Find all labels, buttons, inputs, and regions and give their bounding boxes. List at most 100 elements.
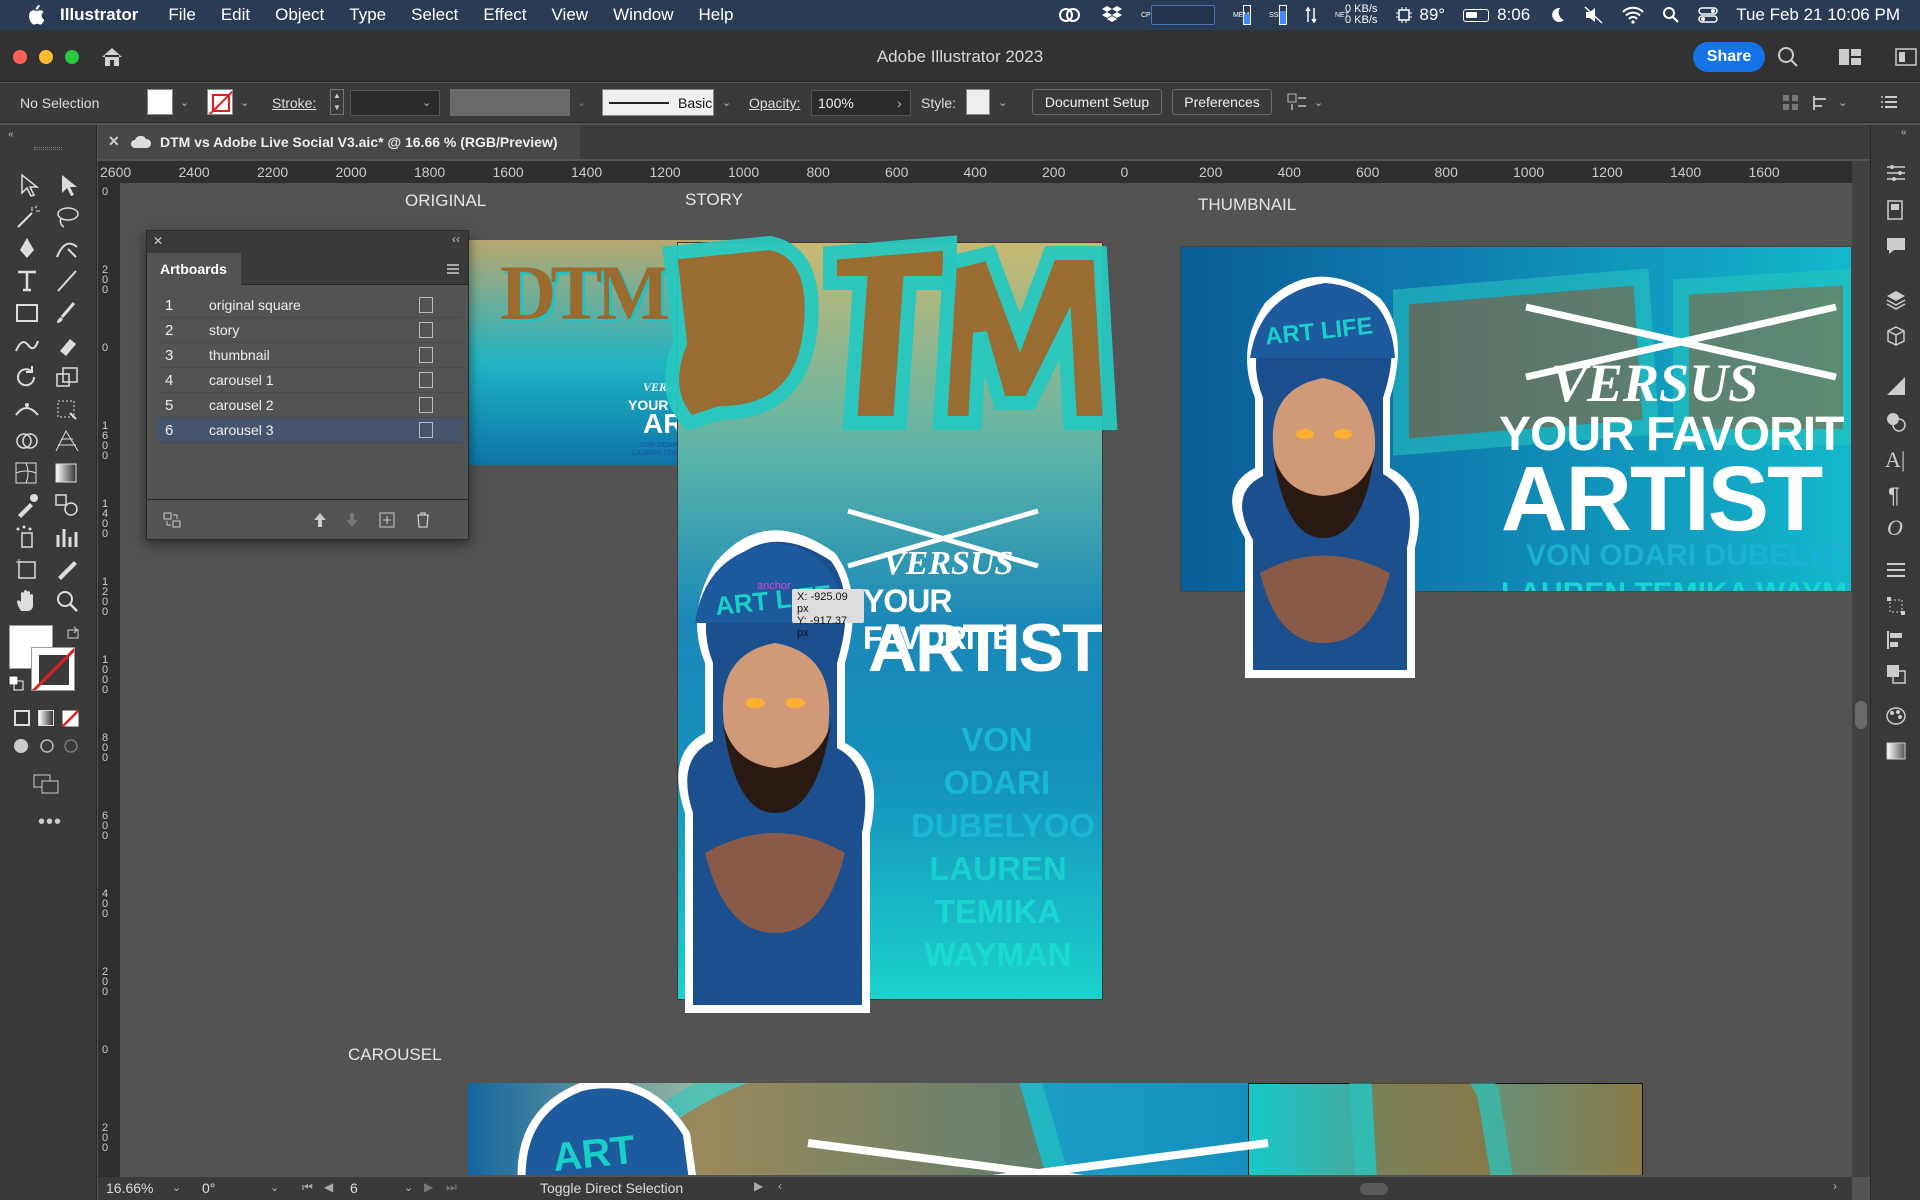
menu-effect[interactable]: Effect [483, 5, 526, 25]
artboard-options-icon[interactable] [419, 397, 433, 413]
apple-icon[interactable] [26, 5, 44, 25]
battery[interactable]: 8:06 [1463, 5, 1530, 25]
arrange-dropdown-icon[interactable]: ⌄ [1314, 96, 1323, 109]
artboard-row[interactable]: 5 carousel 2 [157, 393, 463, 418]
transform-panel-icon[interactable] [1885, 595, 1907, 617]
share-button[interactable]: Share [1693, 42, 1765, 72]
3d-materials-icon[interactable] [1885, 325, 1907, 347]
delete-artboard-icon[interactable] [415, 511, 431, 528]
stroke-weight-stepper[interactable]: ▲ ▼ [330, 89, 344, 115]
sync-icon[interactable] [1305, 6, 1317, 24]
more-tools-icon[interactable]: ••• [38, 811, 62, 834]
artboard-dropdown-icon[interactable]: ⌄ [404, 1181, 413, 1194]
document-tab[interactable]: ✕ DTM vs Adobe Live Social V3.aic* @ 16.… [98, 125, 580, 159]
type-tool-icon[interactable] [12, 267, 42, 295]
stroke-label[interactable]: Stroke: [272, 95, 316, 111]
previous-artboard-icon[interactable]: ◀ [324, 1180, 333, 1194]
creative-cloud-icon[interactable] [1057, 5, 1083, 25]
artboard-options-icon[interactable] [419, 322, 433, 338]
last-artboard-icon[interactable]: ⏭ [446, 1180, 457, 1195]
wifi-icon[interactable] [1622, 6, 1644, 24]
moon-icon[interactable] [1548, 6, 1566, 24]
dropbox-icon[interactable] [1101, 5, 1123, 25]
symbol-sprayer-tool-icon[interactable] [12, 523, 42, 551]
rectangle-tool-icon[interactable] [12, 299, 42, 327]
panel-header[interactable]: ✕ ‹‹ [147, 231, 468, 253]
graphic-style-swatch[interactable] [966, 89, 990, 115]
scroll-thumb[interactable] [1855, 701, 1867, 729]
move-up-icon[interactable] [313, 512, 327, 528]
collapse-panel-icon[interactable]: ‹‹ [452, 232, 460, 246]
menu-view[interactable]: View [552, 5, 589, 25]
artboard-carousel[interactable]: ART LIFE [348, 1083, 1648, 1175]
slice-tool-icon[interactable] [52, 555, 82, 583]
rearrange-artboards-icon[interactable] [163, 512, 181, 528]
cpu-meter[interactable]: CPU [1141, 5, 1215, 25]
artboard-options-icon[interactable] [419, 297, 433, 313]
selection-tool-icon[interactable] [12, 171, 42, 199]
comments-icon[interactable] [1885, 235, 1907, 257]
paintbrush-tool-icon[interactable] [52, 299, 82, 327]
stroke-panel-icon[interactable] [1885, 561, 1907, 581]
artboard-row[interactable]: 4 carousel 1 [157, 368, 463, 393]
search-icon[interactable] [1662, 6, 1680, 24]
variable-width-profile[interactable] [450, 89, 570, 116]
pen-tool-icon[interactable] [12, 235, 42, 263]
vertical-scrollbar[interactable] [1852, 161, 1870, 1177]
close-tab-icon[interactable]: ✕ [108, 133, 120, 150]
artboard-number-field[interactable]: 6 [350, 1180, 400, 1198]
new-artboard-icon[interactable] [379, 512, 395, 528]
none-mode-icon[interactable] [62, 710, 79, 727]
artboard-row[interactable]: 1 original square [157, 293, 463, 318]
appearance-icon[interactable] [1885, 411, 1907, 433]
artboard-options-icon[interactable] [419, 372, 433, 388]
tools-grip[interactable] [34, 147, 62, 150]
style-dropdown-icon[interactable]: ⌄ [998, 96, 1007, 109]
opacity-arrow-icon[interactable]: › [897, 95, 902, 111]
menu-file[interactable]: File [168, 5, 195, 25]
horizontal-scroll-thumb[interactable] [1360, 1183, 1388, 1195]
next-artboard-icon[interactable]: ▶ [424, 1180, 433, 1194]
curvature-tool-icon[interactable] [52, 235, 82, 263]
search-help-icon[interactable] [1777, 46, 1799, 68]
character-icon[interactable]: A| [1885, 447, 1905, 473]
blend-tool-icon[interactable] [52, 491, 82, 519]
opacity-field[interactable]: 100% [811, 90, 911, 116]
rotation-dropdown-icon[interactable]: ⌄ [270, 1181, 279, 1194]
opentype-icon[interactable]: O [1887, 515, 1903, 541]
menu-select[interactable]: Select [411, 5, 458, 25]
shaper-tool-icon[interactable] [12, 331, 42, 359]
status-menu-arrow-icon[interactable]: ▶ [754, 1179, 763, 1193]
control-center-icon[interactable] [1698, 6, 1718, 24]
rotation-field[interactable]: 0° [202, 1180, 262, 1198]
ssd-meter[interactable]: SSD [1269, 5, 1287, 25]
draw-normal-icon[interactable] [12, 737, 30, 755]
scale-tool-icon[interactable] [52, 363, 82, 391]
workspace-switcher-icon[interactable] [1838, 48, 1862, 66]
align-panel-icon[interactable] [1885, 629, 1907, 651]
expand-dock-icon[interactable]: « [1901, 127, 1907, 138]
layers-icon[interactable] [1885, 289, 1907, 311]
transform-dropdown-icon[interactable]: ⌄ [1838, 96, 1847, 109]
lasso-tool-icon[interactable] [52, 203, 82, 231]
pathfinder-icon[interactable] [1885, 663, 1907, 685]
screen-mode-icon[interactable] [32, 773, 62, 797]
artboard-options-icon[interactable] [419, 347, 433, 363]
arrange-documents-icon[interactable] [1286, 92, 1308, 112]
eyedropper-tool-icon[interactable] [12, 491, 42, 519]
panel-menu-icon[interactable] [446, 263, 460, 275]
rotate-tool-icon[interactable] [12, 363, 42, 391]
width-tool-icon[interactable] [12, 395, 42, 423]
preferences-button[interactable]: Preferences [1172, 89, 1272, 115]
zoom-dropdown-icon[interactable]: ⌄ [172, 1181, 181, 1194]
scroll-right-icon[interactable]: › [1833, 1179, 1837, 1193]
free-transform-tool-icon[interactable] [52, 395, 82, 423]
hand-tool-icon[interactable] [12, 587, 42, 615]
artboard-tool-icon[interactable] [12, 555, 42, 583]
mesh-tool-icon[interactable] [12, 459, 42, 487]
zoom-level-field[interactable]: 16.66% [106, 1180, 176, 1198]
draw-behind-icon[interactable] [38, 737, 56, 755]
menu-window[interactable]: Window [613, 5, 673, 25]
vertical-ruler[interactable]: 0 200 0 1600 1400 1200 1000 800 600 400 200 0 200 [98, 183, 120, 1180]
fill-swatch[interactable] [147, 89, 173, 115]
